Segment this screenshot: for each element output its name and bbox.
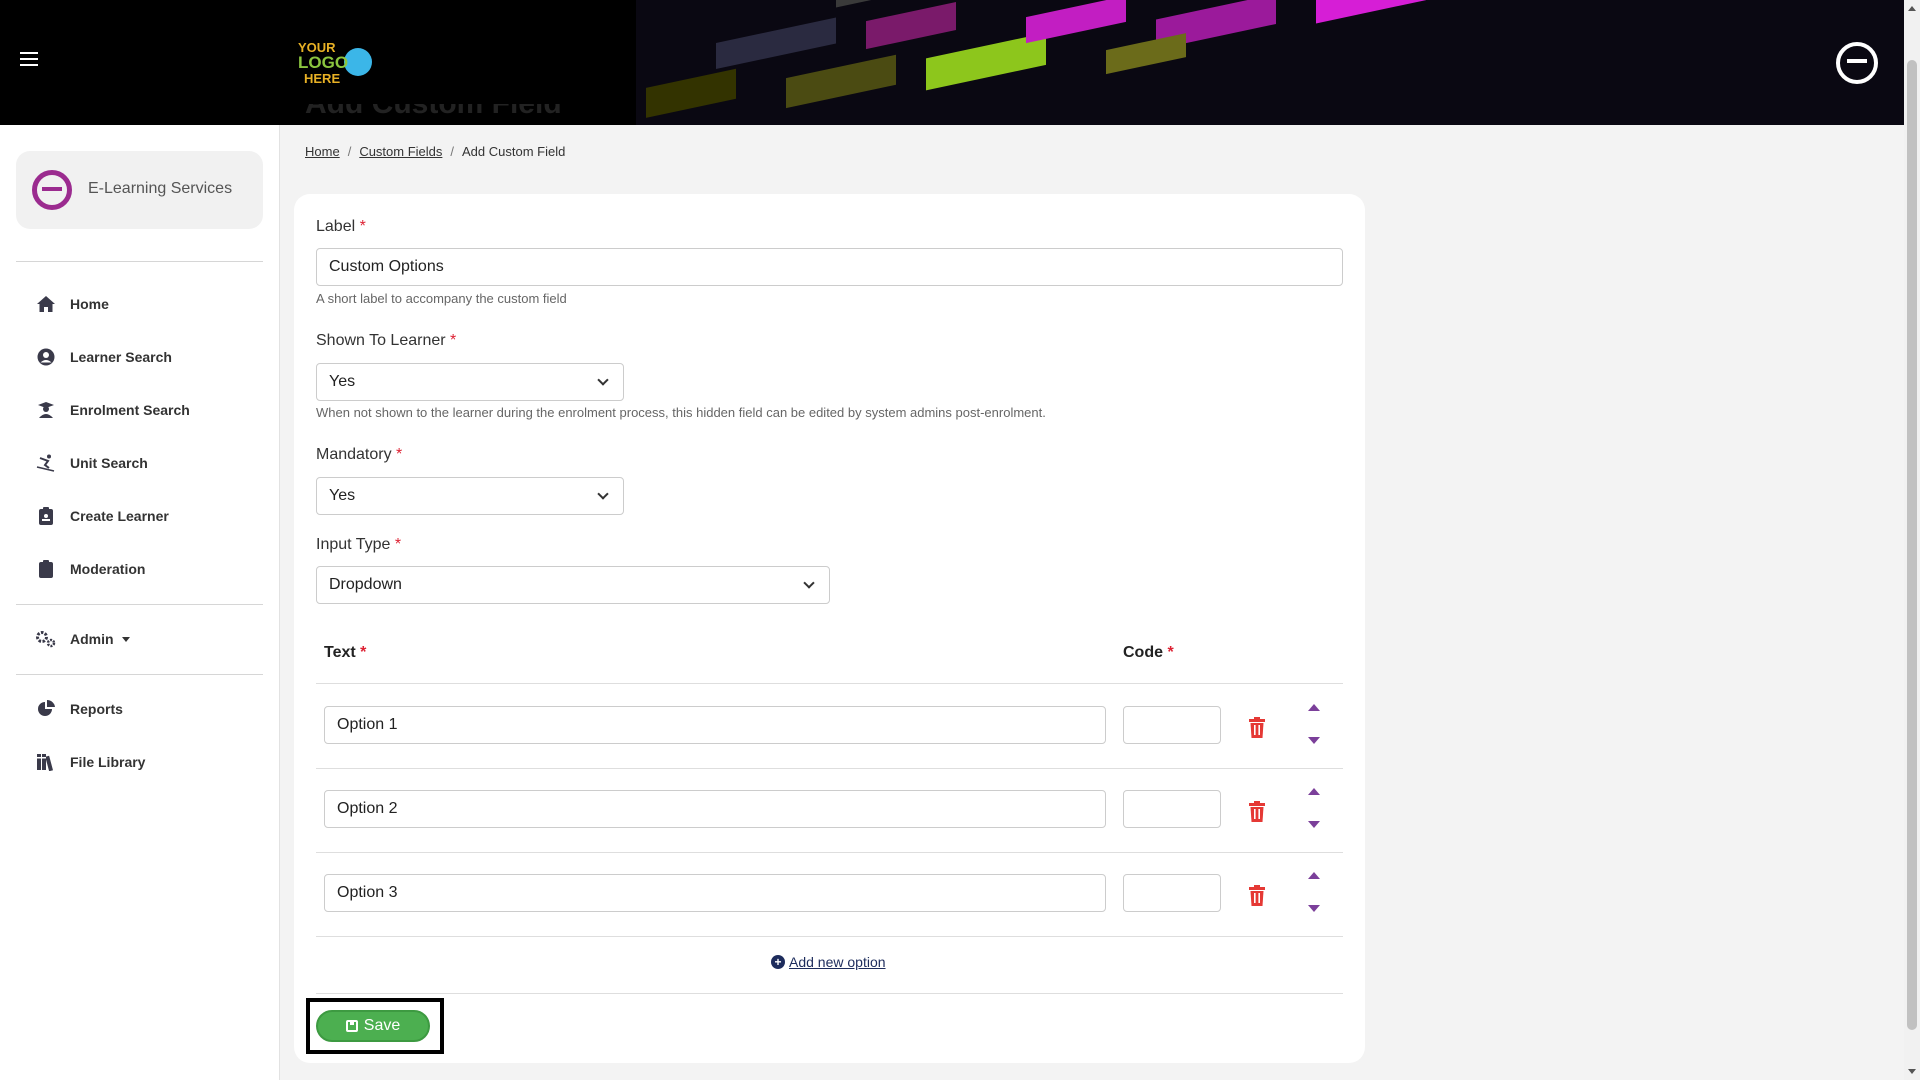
table-divider <box>316 852 1343 853</box>
sidebar-item-reports[interactable]: Reports <box>34 697 123 721</box>
sidebar: E-Learning Services Home Learner Search … <box>0 125 280 1080</box>
sidebar-item-label: Home <box>70 296 109 312</box>
books-icon <box>34 751 58 773</box>
mandatory-select[interactable]: Yes <box>316 477 624 515</box>
sidebar-item-moderation[interactable]: Moderation <box>34 557 145 581</box>
mandatory-value: Yes <box>329 487 356 504</box>
sidebar-item-home[interactable]: Home <box>34 292 109 316</box>
clipboard-icon <box>34 558 58 580</box>
svg-text:HERE: HERE <box>304 71 340 86</box>
sidebar-item-admin[interactable]: Admin <box>34 627 130 651</box>
sidebar-item-enrolment-search[interactable]: Enrolment Search <box>34 398 190 422</box>
svg-text:LOGO: LOGO <box>298 53 348 72</box>
move-down-arrow-icon[interactable] <box>1308 905 1320 912</box>
breadcrumb-home-link[interactable]: Home <box>305 144 340 159</box>
sidebar-item-label: Create Learner <box>70 508 169 524</box>
input-type-select[interactable]: Dropdown <box>316 566 830 604</box>
graduate-icon <box>34 399 58 421</box>
header-banner-image <box>636 0 1904 125</box>
chevron-down-icon <box>803 577 815 589</box>
sidebar-item-label: Unit Search <box>70 455 148 471</box>
company-logo: YOUR LOGO HERE <box>296 38 376 90</box>
options-code-header: Code * <box>1123 644 1174 661</box>
breadcrumb: Home / Custom Fields / Add Custom Field <box>305 144 566 159</box>
org-name: E-Learning Services <box>88 180 233 197</box>
move-up-arrow-icon[interactable] <box>1308 872 1320 879</box>
sidebar-item-label: Reports <box>70 701 123 717</box>
sidebar-item-label: Moderation <box>70 561 146 577</box>
option-code-input[interactable] <box>1123 874 1221 912</box>
clipboard-id-icon <box>34 505 58 527</box>
form-card <box>294 194 1365 1063</box>
pie-chart-icon <box>34 698 58 720</box>
move-down-arrow-icon[interactable] <box>1308 821 1320 828</box>
chevron-down-icon <box>597 488 609 500</box>
shown-to-learner-title: Shown To Learner * <box>316 332 457 349</box>
sidebar-item-label: File Library <box>70 754 146 770</box>
label-input[interactable]: Custom Options <box>316 248 1343 286</box>
page-title: Add Custom Field <box>305 104 562 125</box>
chevron-down-icon <box>597 374 609 386</box>
trash-icon[interactable] <box>1248 885 1266 907</box>
user-circle-icon <box>34 346 58 368</box>
save-button[interactable]: Save <box>316 1010 430 1042</box>
option-text-input[interactable]: Option 1 <box>324 706 1106 744</box>
scrollbar-thumb[interactable] <box>1907 60 1917 1030</box>
sidebar-item-label: Learner Search <box>70 349 172 365</box>
floppy-disk-icon <box>345 1020 358 1032</box>
trash-icon[interactable] <box>1248 717 1266 739</box>
label-help-text: A short label to accompany the custom fi… <box>316 291 567 306</box>
hamburger-icon[interactable] <box>20 52 38 66</box>
table-divider <box>316 936 1343 937</box>
skier-icon <box>34 452 58 474</box>
label-field-title: Label * <box>316 218 366 235</box>
breadcrumb-custom-fields-link[interactable]: Custom Fields <box>359 144 442 159</box>
mandatory-title: Mandatory * <box>316 446 403 463</box>
option-code-input[interactable] <box>1123 790 1221 828</box>
org-logo-icon <box>32 170 72 210</box>
gears-icon <box>34 628 58 650</box>
sidebar-item-learner-search[interactable]: Learner Search <box>34 345 172 369</box>
chevron-down-icon <box>121 636 130 642</box>
scroll-up-arrow-icon[interactable] <box>1908 6 1916 11</box>
add-new-option-link[interactable]: + Add new option <box>771 954 886 970</box>
shown-to-learner-select[interactable]: Yes <box>316 363 624 401</box>
organisation-card[interactable]: E-Learning Services <box>16 151 263 229</box>
input-type-value: Dropdown <box>329 576 402 593</box>
sidebar-divider <box>16 674 263 675</box>
sidebar-item-label: Admin <box>70 631 114 647</box>
shown-to-learner-value: Yes <box>329 373 356 390</box>
move-up-arrow-icon[interactable] <box>1308 704 1320 711</box>
form-footer-divider <box>316 993 1343 994</box>
sidebar-item-unit-search[interactable]: Unit Search <box>34 451 148 475</box>
option-text-input[interactable]: Option 3 <box>324 874 1106 912</box>
breadcrumb-current: Add Custom Field <box>462 144 566 159</box>
plus-circle-icon: + <box>771 955 785 969</box>
input-type-title: Input Type * <box>316 536 402 553</box>
option-code-input[interactable] <box>1123 706 1221 744</box>
move-down-arrow-icon[interactable] <box>1308 737 1320 744</box>
scroll-down-arrow-icon[interactable] <box>1908 1069 1916 1074</box>
option-text-input[interactable]: Option 2 <box>324 790 1106 828</box>
home-icon <box>34 293 58 315</box>
sidebar-divider <box>16 261 263 262</box>
sidebar-item-create-learner[interactable]: Create Learner <box>34 504 169 528</box>
options-text-header: Text * <box>324 644 367 661</box>
shown-to-learner-help-text: When not shown to the learner during the… <box>316 405 1046 420</box>
sidebar-item-label: Enrolment Search <box>70 402 190 418</box>
trash-icon[interactable] <box>1248 801 1266 823</box>
table-divider <box>316 683 1343 684</box>
table-divider <box>316 768 1343 769</box>
e-logo-icon[interactable] <box>1836 42 1878 84</box>
top-header: YOUR LOGO HERE <box>0 0 1904 125</box>
sidebar-divider <box>16 604 263 605</box>
move-up-arrow-icon[interactable] <box>1308 788 1320 795</box>
sidebar-item-file-library[interactable]: File Library <box>34 750 145 774</box>
page-scrollbar[interactable] <box>1904 0 1920 1080</box>
